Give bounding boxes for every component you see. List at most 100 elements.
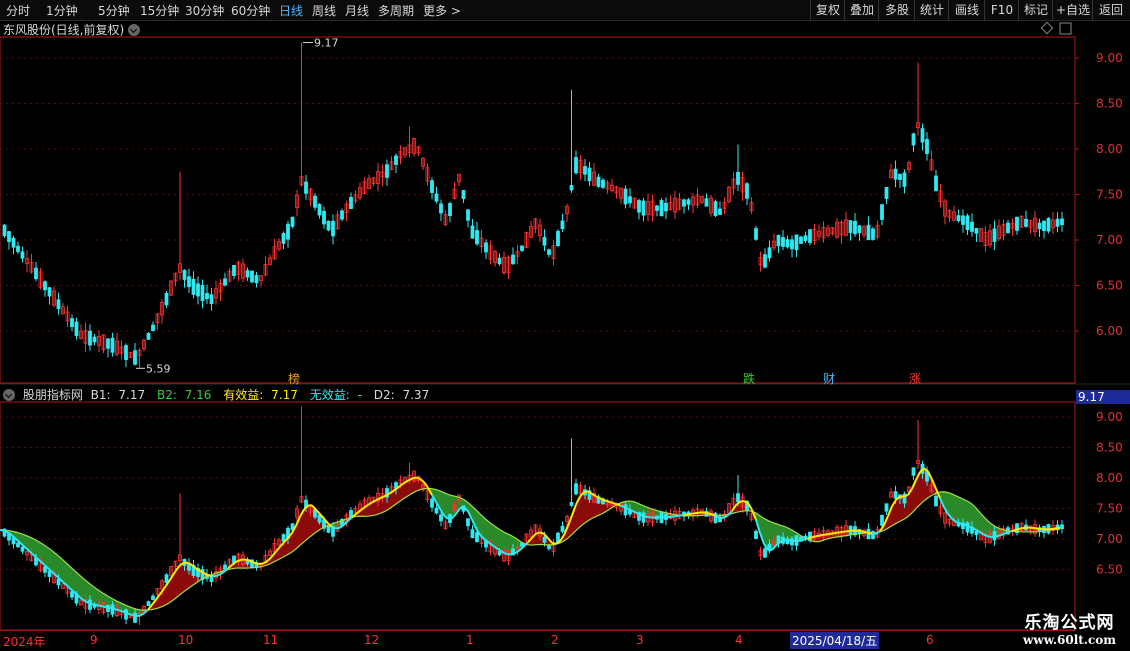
date-label: 12 xyxy=(364,633,379,647)
candle-body xyxy=(642,201,645,215)
watermark: 乐淘公式网 www.60lt.com xyxy=(1023,608,1116,647)
candle-body xyxy=(993,229,996,242)
fast-line xyxy=(1056,528,1060,529)
date-label: 3 xyxy=(636,633,644,647)
candle-body xyxy=(561,221,564,229)
fast-line xyxy=(960,523,964,524)
ind-candle-body xyxy=(471,530,474,538)
candle-body xyxy=(1007,223,1010,233)
fast-line xyxy=(256,563,260,564)
candle-body xyxy=(782,237,785,246)
fast-line xyxy=(120,611,124,612)
b2-label: B2: xyxy=(157,388,177,402)
fast-line xyxy=(828,534,832,535)
fast-line xyxy=(1008,531,1012,532)
candle-body xyxy=(899,174,902,179)
indicator-name: 股朋指标网 xyxy=(23,388,83,402)
fast-line xyxy=(812,536,816,537)
y-tick-label: 6.50 xyxy=(1096,279,1123,293)
fast-line xyxy=(1016,529,1020,530)
kline-chart[interactable]: 9.008.508.007.507.006.506.009.008.508.00… xyxy=(0,0,1130,650)
fast-line xyxy=(512,553,516,554)
fast-line xyxy=(964,525,968,526)
tag-die[interactable]: 跌 xyxy=(743,370,755,387)
price-badge-text: 9.17 xyxy=(1078,390,1105,404)
candle-body xyxy=(35,268,38,279)
tag-zhang[interactable]: 涨 xyxy=(909,370,921,387)
ind-candle-body xyxy=(327,526,330,532)
candle-body xyxy=(962,216,965,225)
candle-body xyxy=(341,211,344,219)
fast-line xyxy=(604,500,608,501)
candle-body xyxy=(305,182,308,193)
candle-body xyxy=(557,231,560,245)
candle-body xyxy=(714,202,717,216)
ind-candle-body xyxy=(467,519,470,526)
ind-candle-body xyxy=(548,546,551,549)
bull-band xyxy=(180,563,184,595)
fast-line xyxy=(216,575,220,576)
candle-body xyxy=(521,246,524,251)
tag-cai[interactable]: 财 xyxy=(823,370,835,387)
b2-value: 7.16 xyxy=(185,388,212,402)
candle-body xyxy=(786,240,789,247)
candle-body xyxy=(584,166,587,174)
fast-line xyxy=(1000,534,1004,536)
candle-body xyxy=(291,217,294,226)
ind-candle-body xyxy=(476,533,479,542)
fast-line xyxy=(868,533,872,534)
candle-body xyxy=(1038,223,1041,229)
candle-body xyxy=(89,331,92,345)
fast-line xyxy=(504,553,508,554)
fast-line xyxy=(88,603,92,605)
chevron-down-icon[interactable] xyxy=(3,389,15,401)
ind-candle-body xyxy=(881,515,884,525)
tag-bang[interactable]: 榜 xyxy=(288,370,300,387)
candle-body xyxy=(755,229,758,240)
candle-body xyxy=(858,226,861,233)
fast-line xyxy=(260,563,264,564)
fast-line xyxy=(412,478,416,479)
fast-line xyxy=(336,528,340,529)
ind-candle-body xyxy=(224,565,227,569)
fast-line xyxy=(996,535,1000,536)
fast-line xyxy=(524,542,528,546)
candle-body xyxy=(350,197,353,208)
fast-line xyxy=(860,531,864,532)
ind-candle-body xyxy=(543,537,546,542)
d2-value: 7.37 xyxy=(402,388,429,402)
candle-body xyxy=(885,187,888,198)
fast-line xyxy=(840,532,844,533)
fast-line xyxy=(824,534,828,535)
fast-line xyxy=(1036,528,1040,529)
candle-body xyxy=(197,284,200,296)
fast-line xyxy=(96,605,100,606)
candle-body xyxy=(224,279,227,285)
candle-body xyxy=(543,237,546,245)
candle-body xyxy=(912,134,915,145)
y-tick-label: 8.00 xyxy=(1096,142,1123,156)
candle-body xyxy=(246,271,249,277)
fast-line xyxy=(116,609,120,610)
candle-body xyxy=(251,271,254,282)
candle-body xyxy=(323,211,326,224)
fast-line xyxy=(804,538,808,539)
fast-line xyxy=(1032,528,1036,529)
fast-line xyxy=(1052,528,1056,529)
candle-body xyxy=(602,180,605,187)
ind-candle-body xyxy=(885,504,888,511)
watermark-title: 乐淘公式网 xyxy=(1023,608,1116,633)
fast-line xyxy=(788,540,792,541)
date-label: 2 xyxy=(551,633,559,647)
ind-candle-body xyxy=(561,526,564,531)
candle-body xyxy=(206,293,209,298)
candle-body xyxy=(588,168,591,181)
date-label: 2024年 xyxy=(3,633,46,650)
ind-candle-body xyxy=(431,499,434,507)
fast-line xyxy=(240,559,244,560)
candle-body xyxy=(854,221,857,233)
chevron-down-icon[interactable] xyxy=(128,24,140,36)
candle-body xyxy=(395,156,398,165)
fast-line xyxy=(104,607,108,608)
fast-line xyxy=(128,614,132,615)
